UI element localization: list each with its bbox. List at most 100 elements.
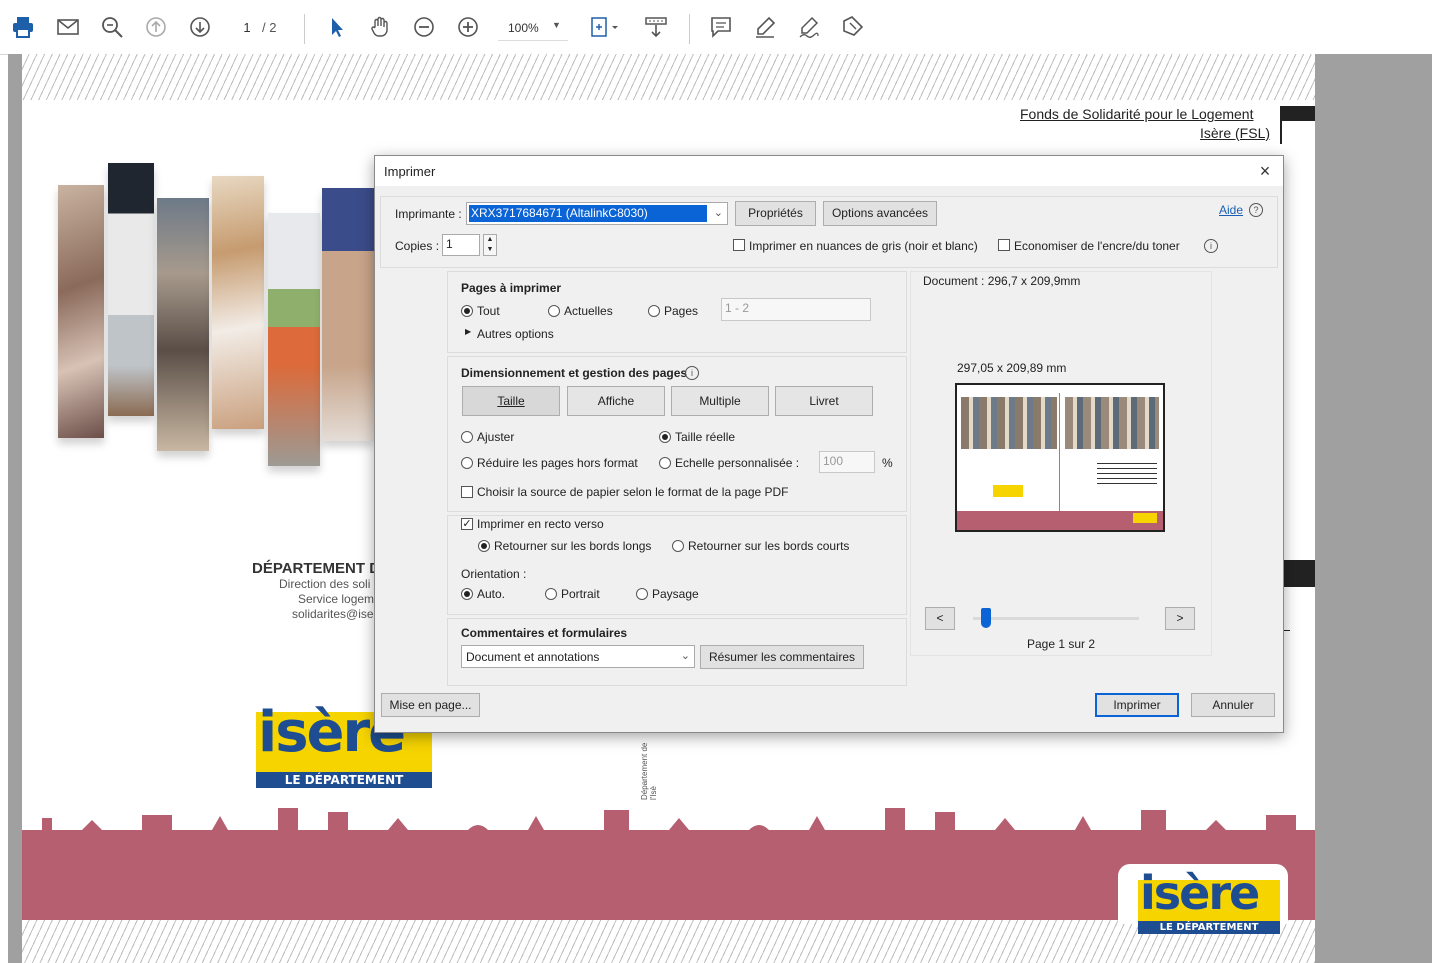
- dept-line: solidarites@ise: [292, 607, 374, 621]
- tab-booklet[interactable]: Livret: [775, 386, 873, 416]
- radio-fit[interactable]: [461, 431, 473, 443]
- radio-long-edge-label: Retourner sur les bords longs: [494, 539, 652, 553]
- tab-poster[interactable]: Affiche: [567, 386, 665, 416]
- page-hatch-top: [22, 54, 1315, 100]
- fit-page-icon[interactable]: [588, 15, 618, 41]
- fill-sign-icon[interactable]: [840, 15, 866, 41]
- dialog-title: Imprimer: [384, 164, 436, 179]
- sign-icon[interactable]: [796, 15, 822, 41]
- percent-label: %: [882, 456, 893, 470]
- page-hatch-bottom: [22, 920, 1315, 963]
- radio-portrait-label: Portrait: [561, 587, 600, 601]
- print-button[interactable]: Imprimer: [1095, 693, 1179, 717]
- print-icon[interactable]: [10, 15, 36, 41]
- copies-stepper[interactable]: ▲ ▼: [483, 234, 497, 256]
- doc-header-line1: Fonds de Solidarité pour le Logement: [1020, 106, 1254, 122]
- copies-label: Copies :: [395, 239, 440, 253]
- preview-slider-thumb[interactable]: [981, 608, 991, 628]
- scroll-mode-icon[interactable]: [643, 15, 669, 41]
- page-setup-button[interactable]: Mise en page...: [381, 693, 480, 717]
- printer-select[interactable]: XRX3717684671 (AltalinkC8030) ⌄: [466, 202, 728, 225]
- zoom-search-icon[interactable]: [99, 15, 125, 41]
- radio-actual-size[interactable]: [659, 431, 671, 443]
- viewport-right-gutter: [1315, 54, 1432, 963]
- grayscale-checkbox[interactable]: [733, 239, 745, 251]
- radio-auto-label: Auto.: [477, 587, 506, 601]
- zoom-value: 100%: [508, 21, 539, 35]
- page-number-input[interactable]: 1: [232, 20, 262, 35]
- radio-page-range[interactable]: [648, 305, 660, 317]
- doc-black-rule: [1280, 106, 1282, 144]
- comments-select[interactable]: Document et annotations ⌄: [461, 645, 695, 668]
- preview-slider-track[interactable]: [973, 617, 1139, 620]
- radio-all-label: Tout: [477, 304, 500, 318]
- radio-all-pages[interactable]: [461, 305, 473, 317]
- preview-next-button[interactable]: >: [1165, 607, 1195, 630]
- help-link[interactable]: Aide: [1219, 203, 1243, 217]
- help-icon[interactable]: ?: [1249, 203, 1263, 217]
- select-arrow-icon[interactable]: [324, 15, 350, 41]
- expand-triangle-icon[interactable]: ▶: [465, 327, 471, 336]
- more-options-toggle[interactable]: Autres options: [477, 327, 554, 341]
- radio-current-label: Actuelles: [564, 304, 613, 318]
- radio-actual-label: Taille réelle: [675, 430, 736, 444]
- paper-source-label: Choisir la source de papier selon le for…: [477, 485, 789, 499]
- isere-logo-word: isère: [1140, 866, 1260, 920]
- comment-icon[interactable]: [708, 15, 734, 41]
- zoom-out-icon[interactable]: [411, 15, 437, 41]
- preview-fold-line: [1059, 393, 1060, 511]
- page-range-input[interactable]: 1 - 2: [721, 298, 871, 321]
- radio-current-page[interactable]: [548, 305, 560, 317]
- chevron-down-icon: ⌄: [713, 207, 723, 219]
- hand-icon[interactable]: [367, 15, 393, 41]
- radio-portrait[interactable]: [545, 588, 557, 600]
- mail-icon[interactable]: [55, 15, 81, 41]
- radio-short-edge[interactable]: [672, 540, 684, 552]
- radio-shrink-label: Réduire les pages hors format: [477, 456, 638, 470]
- prev-page-icon[interactable]: [143, 15, 169, 41]
- photo-strip: [157, 198, 209, 451]
- zoom-in-icon[interactable]: [455, 15, 481, 41]
- preview-text-block: [1097, 463, 1157, 485]
- cancel-button[interactable]: Annuler: [1191, 693, 1275, 717]
- duplex-checkbox[interactable]: ✓: [461, 518, 473, 530]
- toolbar-divider: [689, 14, 690, 44]
- photo-strip: [268, 213, 320, 466]
- printer-label: Imprimante :: [395, 207, 462, 221]
- radio-fit-label: Ajuster: [477, 430, 515, 444]
- advanced-options-button[interactable]: Options avancées: [823, 201, 937, 226]
- tab-size[interactable]: Taille: [462, 386, 560, 416]
- doc-header-line2: Isère (FSL): [1200, 125, 1271, 141]
- orientation-label: Orientation :: [461, 567, 527, 581]
- copies-input[interactable]: 1: [442, 234, 480, 256]
- close-icon[interactable]: ×: [1255, 161, 1275, 182]
- grayscale-label: Imprimer en nuances de gris (noir et bla…: [749, 239, 978, 253]
- dept-line: Direction des soli: [279, 577, 371, 591]
- radio-landscape[interactable]: [636, 588, 648, 600]
- paper-size: 297,05 x 209,89 mm: [957, 361, 1067, 375]
- preview-prev-button[interactable]: <: [925, 607, 955, 630]
- save-ink-checkbox[interactable]: [998, 239, 1010, 251]
- radio-shrink[interactable]: [461, 457, 473, 469]
- tab-multiple[interactable]: Multiple: [671, 386, 769, 416]
- document-size: Document : 296,7 x 209,9mm: [923, 274, 1081, 288]
- isere-logo-subtitle: LE DÉPARTEMENT: [256, 772, 432, 788]
- dept-title: DÉPARTEMENT D: [252, 560, 381, 577]
- toolbar: 1 / 2 100% ▼: [0, 0, 1432, 55]
- info-icon[interactable]: i: [1204, 239, 1218, 253]
- preview-photos-right: [1065, 397, 1159, 449]
- info-icon[interactable]: i: [685, 366, 699, 380]
- custom-scale-input[interactable]: 100: [819, 451, 875, 473]
- zoom-select[interactable]: 100% ▼: [498, 18, 568, 41]
- radio-long-edge[interactable]: [478, 540, 490, 552]
- highlight-pen-icon[interactable]: [752, 15, 778, 41]
- properties-button[interactable]: Propriétés: [735, 201, 816, 226]
- page-total: / 2: [262, 20, 277, 35]
- sizing-section-title: Dimensionnement et gestion des pages: [461, 366, 688, 380]
- radio-orientation-auto[interactable]: [461, 588, 473, 600]
- summarize-comments-button[interactable]: Résumer les commentaires: [700, 645, 864, 669]
- radio-custom-scale[interactable]: [659, 457, 671, 469]
- isere-logo-subtitle: LE DÉPARTEMENT: [1138, 921, 1280, 934]
- paper-source-checkbox[interactable]: [461, 486, 473, 498]
- next-page-icon[interactable]: [187, 15, 213, 41]
